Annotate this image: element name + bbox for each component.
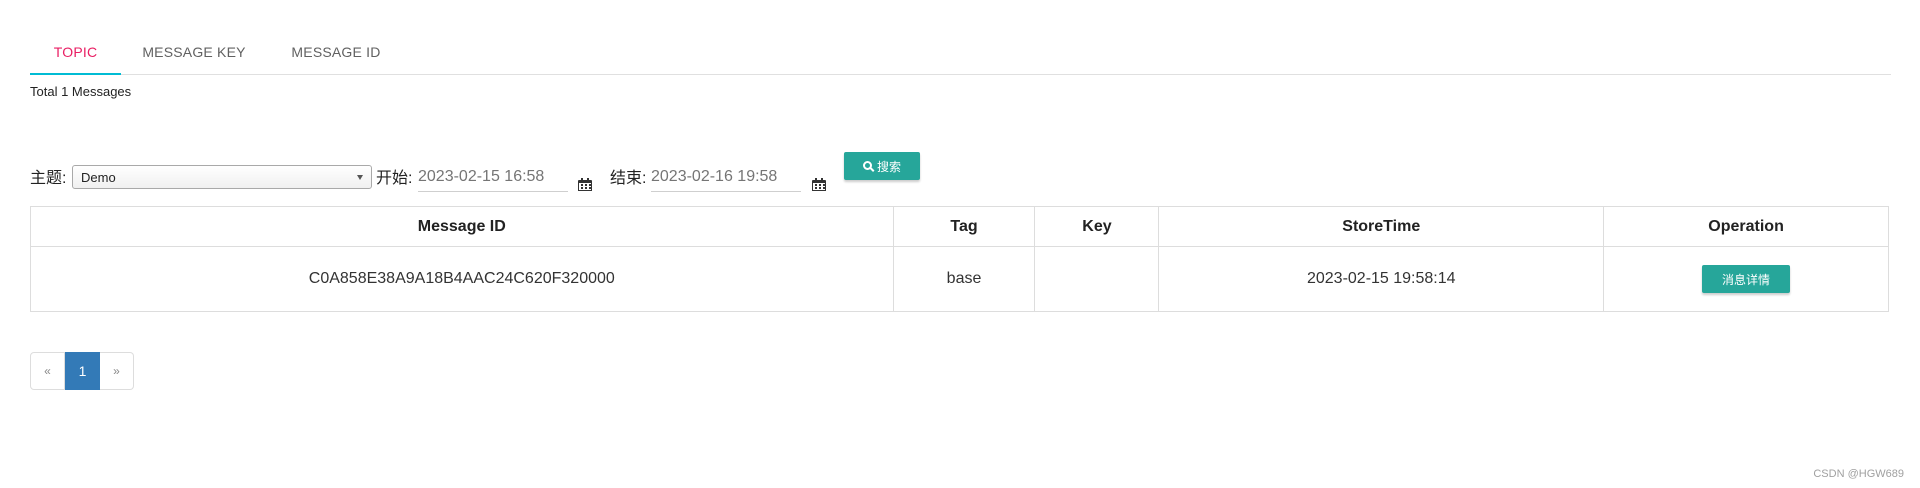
topic-select[interactable]: Demo [72, 165, 372, 189]
topic-label: 主题: [30, 170, 67, 187]
cell-storetime: 2023-02-15 19:58:14 [1158, 246, 1605, 312]
cell-message-id: C0A858E38A9A18B4AAC24C620F320000 [30, 246, 894, 312]
tab-message-key[interactable]: MESSAGE KEY [121, 30, 267, 74]
pagination-page-1[interactable]: 1 [65, 352, 100, 390]
cell-tag: base [892, 246, 1036, 312]
tab-message-id[interactable]: MESSAGE ID [267, 30, 405, 74]
calendar-icon[interactable] [578, 178, 592, 191]
search-icon [862, 160, 872, 170]
end-time-input[interactable] [651, 162, 801, 192]
tab-topic[interactable]: TOPIC [30, 30, 121, 74]
pagination-prev-button[interactable]: « [30, 352, 65, 390]
cell-key [1034, 246, 1160, 312]
active-tab-indicator [30, 73, 121, 75]
watermark: CSDN @HGW689 [1813, 468, 1904, 480]
message-detail-button[interactable]: 消息详情 [1702, 265, 1791, 293]
column-header-operation: Operation [1603, 206, 1889, 247]
search-button-label: 搜索 [876, 159, 901, 174]
cell-operation: 消息详情 [1603, 246, 1889, 312]
table-header-row: Message ID Tag Key StoreTime Operation [30, 206, 1889, 247]
search-button[interactable]: 搜索 [844, 152, 920, 180]
tab-bar: TOPIC MESSAGE KEY MESSAGE ID [30, 30, 1891, 75]
topic-select-value: Demo [81, 170, 116, 185]
total-messages-text: Total 1 Messages [30, 84, 132, 99]
column-header-tag: Tag [892, 206, 1036, 247]
start-time-label: 开始: [376, 170, 413, 187]
calendar-icon[interactable] [812, 178, 826, 191]
column-header-message-id: Message ID [30, 206, 894, 247]
column-header-storetime: StoreTime [1158, 206, 1605, 247]
column-header-key: Key [1034, 206, 1160, 247]
messages-table: Message ID Tag Key StoreTime Operation C… [30, 206, 1889, 312]
pagination-next-button[interactable]: » [100, 352, 134, 390]
start-time-input[interactable] [418, 162, 568, 192]
end-time-label: 结束: [610, 170, 647, 187]
dropdown-arrow-icon [357, 175, 363, 180]
pagination: « 1 » [30, 352, 134, 390]
table-row: C0A858E38A9A18B4AAC24C620F320000 base 20… [30, 246, 1889, 312]
